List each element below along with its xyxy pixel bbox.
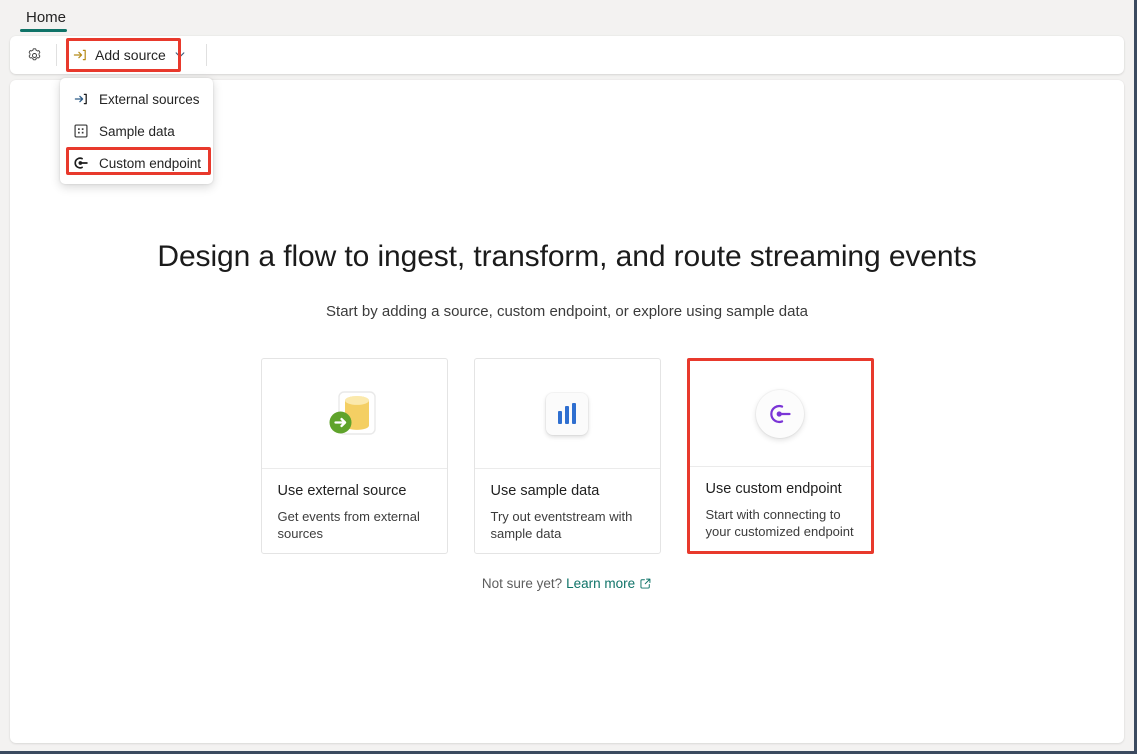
menu-item-label: Sample data [99,124,175,139]
card-description: Get events from external sources [278,508,431,542]
card-description: Start with connecting to your customized… [706,506,855,540]
menu-item-label: Custom endpoint [99,156,201,171]
grid-dots-icon [72,123,89,140]
card-title: Use sample data [491,483,644,499]
page-subtitle: Start by adding a source, custom endpoin… [10,303,1124,320]
card-use-custom-endpoint[interactable]: Use custom endpoint Start with connectin… [687,358,874,554]
bar-chart-tile-icon [546,393,588,435]
card-body: Use custom endpoint Start with connectin… [690,467,871,540]
bar-3 [572,403,576,424]
add-source-label: Add source [95,47,166,63]
endpoint-plug-icon [72,155,89,172]
page-title: Design a flow to ingest, transform, and … [10,240,1124,274]
learn-more-label: Learn more [566,576,635,591]
tab-active-indicator [20,29,67,32]
card-use-external-source[interactable]: Use external source Get events from exte… [261,358,448,554]
arrow-into-bracket-icon [72,47,88,63]
toolbar: Add source [10,36,1124,74]
add-source-button[interactable]: Add source [63,40,196,70]
source-cards: Use external source Get events from exte… [10,358,1124,554]
chevron-down-icon [173,48,187,62]
gear-icon [26,47,43,64]
custom-endpoint-icon [756,390,804,438]
bar-1 [558,411,562,424]
learn-more-link[interactable]: Learn more [566,576,652,591]
add-source-wrap: Add source [63,40,196,70]
card-art [475,359,660,469]
toolbar-divider-1 [56,44,57,66]
app-window: Home Add source [0,0,1137,754]
card-body: Use sample data Try out eventstream with… [475,469,660,542]
card-art [690,361,871,467]
card-body: Use external source Get events from exte… [262,469,447,542]
arrow-into-bracket-icon [72,91,89,108]
menu-item-label: External sources [99,92,200,107]
menu-item-custom-endpoint[interactable]: Custom endpoint [60,147,213,179]
card-art [262,359,447,469]
toolbar-divider-2 [206,44,207,66]
card-use-sample-data[interactable]: Use sample data Try out eventstream with… [474,358,661,554]
menu-item-external-sources[interactable]: External sources [60,83,213,115]
card-title: Use external source [278,483,431,499]
footnote-prompt: Not sure yet? [482,576,562,591]
settings-button[interactable] [18,40,50,70]
card-description: Try out eventstream with sample data [491,508,644,542]
tab-home-label: Home [26,10,66,25]
external-link-icon [639,577,652,593]
menu-item-sample-data[interactable]: Sample data [60,115,213,147]
card-title: Use custom endpoint [706,481,855,497]
tab-strip: Home [0,0,1134,34]
database-import-icon [325,386,383,442]
learn-more-footnote: Not sure yet? Learn more [10,576,1124,593]
bar-2 [565,406,569,424]
add-source-menu: External sources Sample data [60,78,213,184]
